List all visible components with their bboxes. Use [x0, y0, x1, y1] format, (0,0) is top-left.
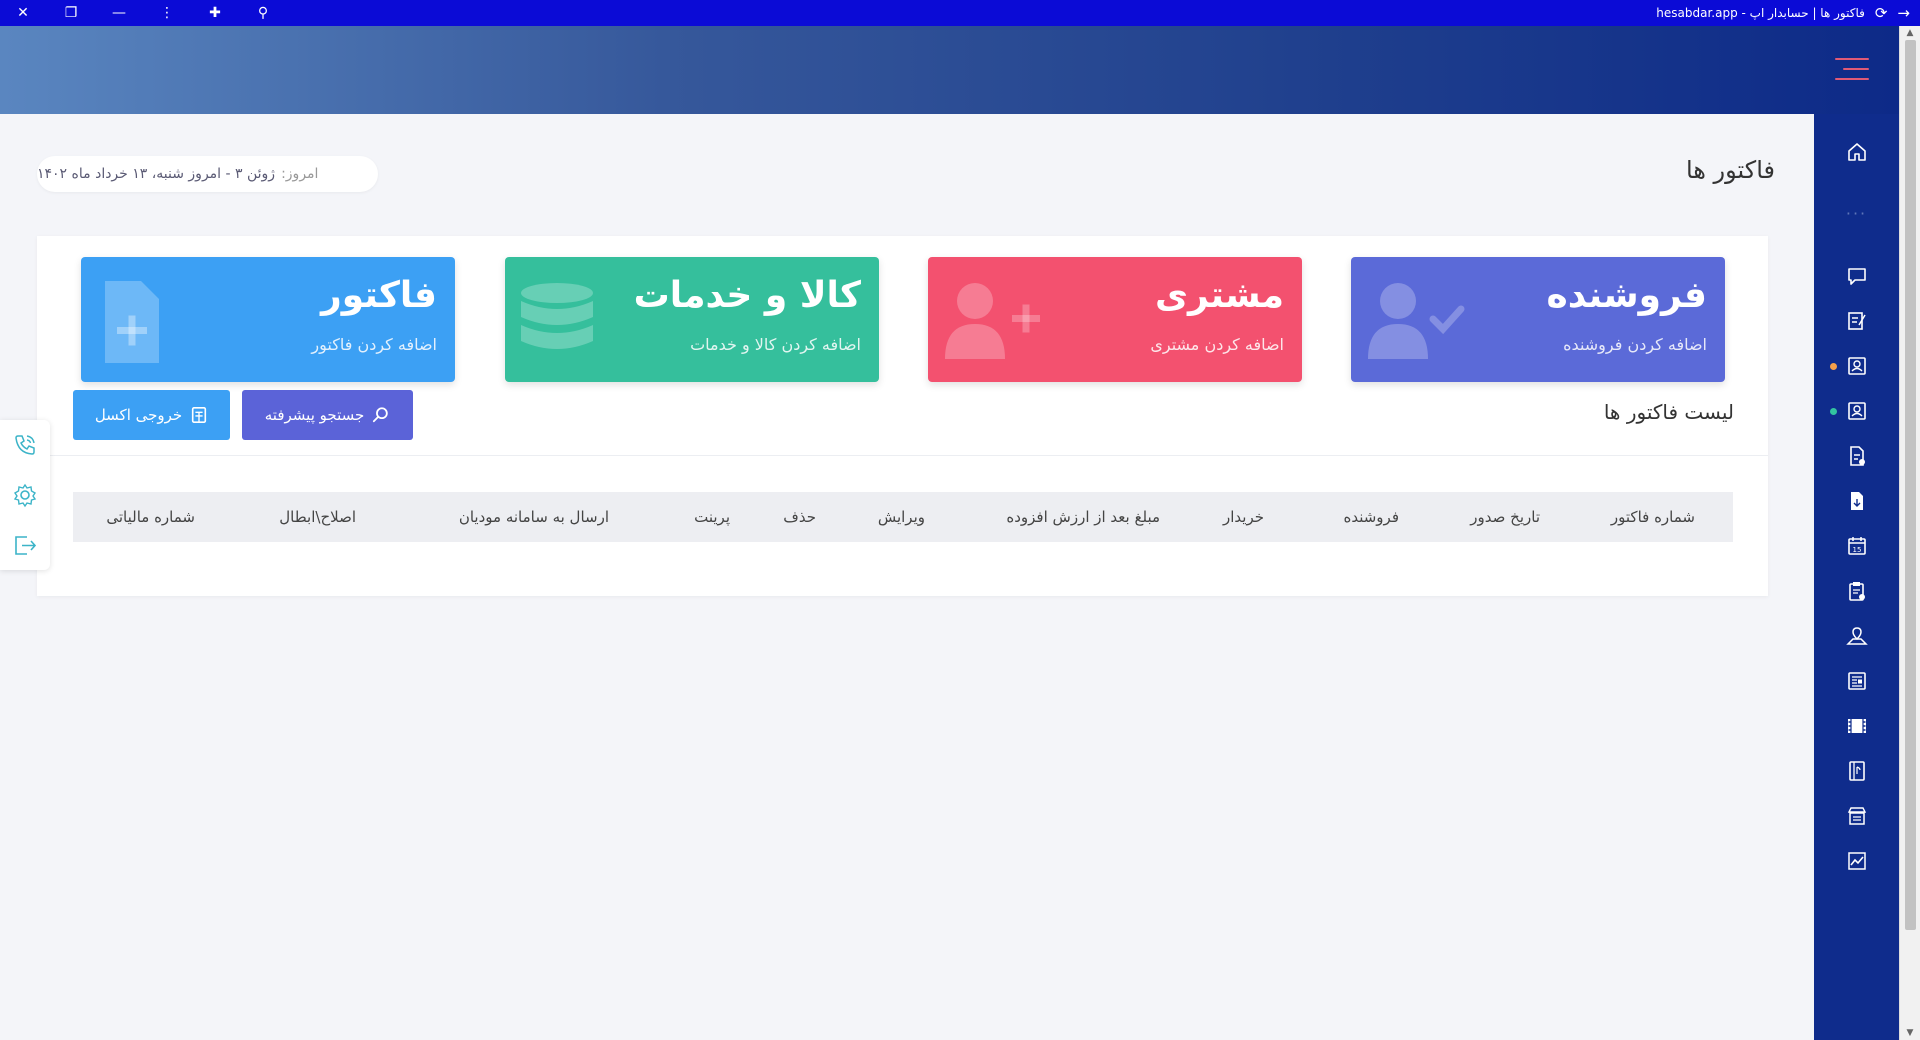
sidebar-item-15[interactable] [1814, 841, 1899, 881]
sidebar-item-10[interactable] [1814, 616, 1899, 656]
sidebar-item-13[interactable] [1814, 751, 1899, 791]
tile-title: فاکتور [320, 275, 437, 316]
sidebar-item-6[interactable] [1814, 436, 1899, 476]
page-title: فاکتور ها [1685, 156, 1775, 184]
document-icon [1850, 492, 1863, 510]
database-icon [521, 283, 593, 349]
excel-icon [192, 406, 207, 424]
user-check-icon [1368, 283, 1465, 359]
sidebar-item-11[interactable] [1814, 661, 1899, 701]
user-plus-icon [945, 283, 1040, 359]
vertical-scrollbar[interactable]: ▲ ▼ [1899, 26, 1920, 1040]
tile-customer[interactable]: مشتری اضافه کردن مشتری [928, 257, 1302, 382]
floating-quick-panel [0, 420, 50, 570]
column-buyer[interactable]: خریدار [1223, 508, 1264, 526]
status-dot [1830, 408, 1837, 415]
document-add-icon [1849, 446, 1865, 466]
file-plus-icon [105, 281, 159, 363]
settings-icon[interactable] [12, 482, 38, 508]
chat-icon [1847, 268, 1866, 285]
menu-dots-icon[interactable]: ⋮ [158, 5, 176, 21]
date-display: امروز: ژوئن ۳ - امروز شنبه، ۱۳ خرداد ماه… [37, 156, 378, 192]
search-icon [373, 407, 388, 423]
window-titlebar: ✕ ❐ — ⋮ ✚ ⚲ → ⟳ فاکتور ها | حسابدار اپ -… [0, 0, 1920, 26]
hamburger-menu-icon[interactable] [1835, 58, 1869, 80]
tile-products[interactable]: کالا و خدمات اضافه کردن کالا و خدمات [505, 257, 879, 382]
sidebar-item-7[interactable] [1814, 481, 1899, 521]
column-print[interactable]: پرینت [694, 508, 730, 526]
clipboard-icon [1848, 582, 1865, 601]
divider [37, 455, 1768, 456]
book-icon [1848, 761, 1865, 781]
chart-icon [1847, 852, 1866, 870]
tile-seller[interactable]: فروشنده اضافه کردن فروشنده [1351, 257, 1725, 382]
excel-export-label: خروجی اکسل [94, 406, 183, 424]
invoice-edit-icon [1847, 312, 1866, 330]
store-icon [1847, 807, 1866, 825]
sidebar-item-14[interactable] [1814, 796, 1899, 836]
advanced-search-label: جستجو پیشرفته [264, 406, 365, 424]
ledger-icon [1847, 402, 1866, 420]
date-value: ژوئن ۳ - امروز شنبه، ۱۳ خرداد ماه ۱۴۰۲ [37, 166, 276, 182]
column-issue-date[interactable]: تاریخ صدور [1470, 508, 1540, 526]
sidebar-item-3[interactable] [1814, 301, 1899, 341]
sidebar-item-12[interactable] [1814, 706, 1899, 746]
ledger-icon [1847, 357, 1866, 375]
minimize-icon[interactable]: — [110, 5, 128, 21]
date-label: امروز: [281, 166, 319, 182]
column-invoice-number[interactable]: شماره فاکتور [1611, 508, 1695, 526]
scrollbar-thumb[interactable] [1905, 40, 1916, 930]
calendar-icon: 15 [1847, 537, 1866, 555]
window-title-area: → ⟳ فاکتور ها | حسابدار اپ - hesabdar.ap… [1656, 0, 1910, 26]
excel-export-button[interactable]: خروجی اکسل [73, 390, 230, 440]
sidebar-item-2[interactable] [1814, 256, 1899, 296]
status-dot [1830, 363, 1837, 370]
sidebar-item-1[interactable] [1814, 132, 1899, 172]
tile-title: کالا و خدمات [633, 275, 861, 316]
sidebar-item-5[interactable] [1814, 391, 1899, 431]
column-correction-cancel[interactable]: اصلاح\ابطال [279, 508, 356, 526]
column-tax-number[interactable]: شماره مالیاتی [106, 508, 195, 526]
tile-subtitle: اضافه کردن فاکتور [311, 335, 437, 354]
invoice-list-title: لیست فاکتور ها [1603, 400, 1734, 424]
reload-icon[interactable]: ⟳ [1875, 4, 1888, 22]
zoom-icon[interactable]: ⚲ [254, 5, 272, 21]
app-header [0, 26, 1899, 114]
column-send-to-tax-system[interactable]: ارسال به سامانه مودیان [459, 508, 609, 526]
column-seller[interactable]: فروشنده [1343, 508, 1399, 526]
restore-icon[interactable]: ❐ [62, 5, 80, 21]
tile-invoice[interactable]: فاکتور اضافه کردن فاکتور [81, 257, 455, 382]
tile-subtitle: اضافه کردن فروشنده [1563, 335, 1707, 354]
tile-title: فروشنده [1546, 275, 1708, 316]
svg-text:15: 15 [1852, 546, 1861, 554]
scroll-down-icon[interactable]: ▼ [1900, 1028, 1920, 1038]
sidebar-item-9[interactable] [1814, 571, 1899, 611]
sidebar-item-8[interactable]: 15 [1814, 526, 1899, 566]
extension-icon[interactable]: ✚ [206, 5, 224, 21]
invoice-table-header: شماره فاکتور تاریخ صدور فروشنده خریدار م… [73, 492, 1733, 542]
forward-arrow-icon[interactable]: → [1897, 4, 1910, 22]
sidebar: 15 ··· [1814, 114, 1899, 1040]
film-icon [1847, 719, 1866, 733]
window-controls: ✕ ❐ — ⋮ ✚ ⚲ [14, 0, 272, 26]
window-title: فاکتور ها | حسابدار اپ - hesabdar.app [1656, 6, 1865, 20]
close-icon[interactable]: ✕ [14, 5, 32, 21]
newspaper-icon [1847, 672, 1866, 690]
map-icon [1845, 627, 1868, 645]
sidebar-item-4[interactable] [1814, 346, 1899, 386]
advanced-search-button[interactable]: جستجو پیشرفته [242, 390, 413, 440]
column-amount-after-vat[interactable]: مبلغ بعد از ارزش افزوده [1006, 508, 1160, 526]
phone-icon[interactable] [12, 432, 38, 458]
tile-subtitle: اضافه کردن کالا و خدمات [690, 335, 861, 354]
column-delete[interactable]: حذف [783, 508, 816, 526]
sidebar-separator: ··· [1845, 204, 1868, 223]
column-edit[interactable]: ویرایش [878, 508, 925, 526]
logout-icon[interactable] [12, 532, 38, 558]
home-icon [1847, 143, 1866, 161]
tile-subtitle: اضافه کردن مشتری [1150, 335, 1284, 354]
tile-title: مشتری [1154, 275, 1284, 316]
scroll-up-icon[interactable]: ▲ [1900, 28, 1920, 38]
